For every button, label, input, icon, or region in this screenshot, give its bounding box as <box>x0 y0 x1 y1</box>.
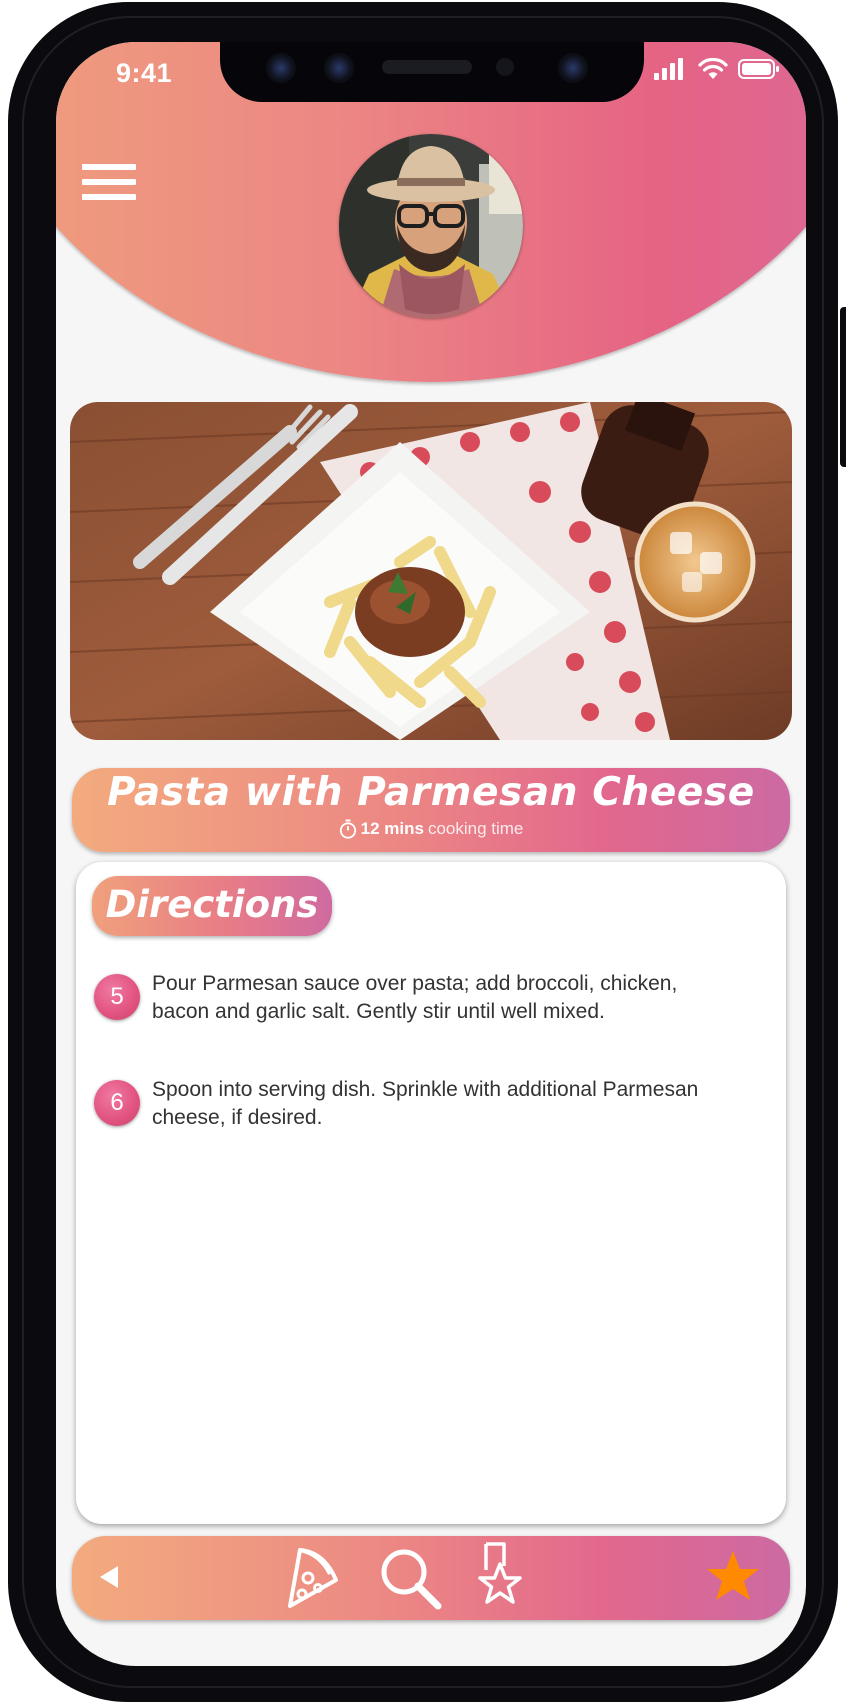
pasta-dish-image <box>70 402 792 740</box>
step-text: Pour Parmesan sauce over pasta; add broc… <box>152 972 678 1023</box>
dot-projector <box>558 53 588 83</box>
favorite-star-icon[interactable] <box>706 1550 760 1607</box>
wifi-icon <box>698 58 728 79</box>
direction-step: 6 Spoon into serving dish. Sprinkle with… <box>94 1076 722 1132</box>
pizza-icon[interactable] <box>278 1544 340 1615</box>
battery-icon <box>738 59 779 79</box>
front-camera <box>266 53 296 83</box>
directions-card: Directions 5 Pour Parmesan sauce over pa… <box>76 862 786 1524</box>
user-avatar[interactable] <box>339 134 523 318</box>
power-button <box>840 307 846 467</box>
bookmark-star-icon[interactable] <box>474 1540 526 1617</box>
step-text: Spoon into serving dish. Sprinkle with a… <box>152 1078 699 1129</box>
back-icon[interactable] <box>94 1562 124 1597</box>
stopwatch-icon <box>339 819 356 839</box>
cook-time-label: cooking time <box>427 819 524 838</box>
step-number-badge: 6 <box>94 1080 140 1126</box>
avatar-portrait-image <box>339 134 523 318</box>
face-id-sensor <box>324 53 354 83</box>
recipe-title: Pasta with Parmesan Cheese <box>107 770 755 815</box>
mute-switch <box>8 227 22 297</box>
step-number-badge: 5 <box>94 974 140 1020</box>
search-icon[interactable] <box>378 1546 444 1617</box>
directions-heading: Directions <box>92 876 332 936</box>
bottom-navigation-bar <box>72 1536 790 1620</box>
direction-step: 5 Pour Parmesan sauce over pasta; add br… <box>94 970 722 1026</box>
status-time: 9:41 <box>116 58 173 88</box>
earpiece-speaker <box>382 60 472 74</box>
camera-notch <box>220 42 644 102</box>
phone-frame: 9:41 Pasta with Parmesan Cheese 12 mins … <box>8 2 846 1702</box>
proximity-sensor <box>496 58 514 76</box>
volume-up-button <box>8 347 22 475</box>
signal-icon <box>654 58 683 80</box>
app-screen: 9:41 Pasta with Parmesan Cheese 12 mins … <box>56 42 806 1666</box>
recipe-photo <box>70 402 792 740</box>
hamburger-menu-icon[interactable] <box>82 164 136 204</box>
status-icons <box>654 58 780 80</box>
recipe-title-banner: Pasta with Parmesan Cheese 12 mins cooki… <box>72 768 790 852</box>
cook-time: 12 mins cooking time <box>72 819 790 839</box>
cook-time-value: 12 mins <box>360 819 424 838</box>
volume-down-button <box>8 507 22 635</box>
